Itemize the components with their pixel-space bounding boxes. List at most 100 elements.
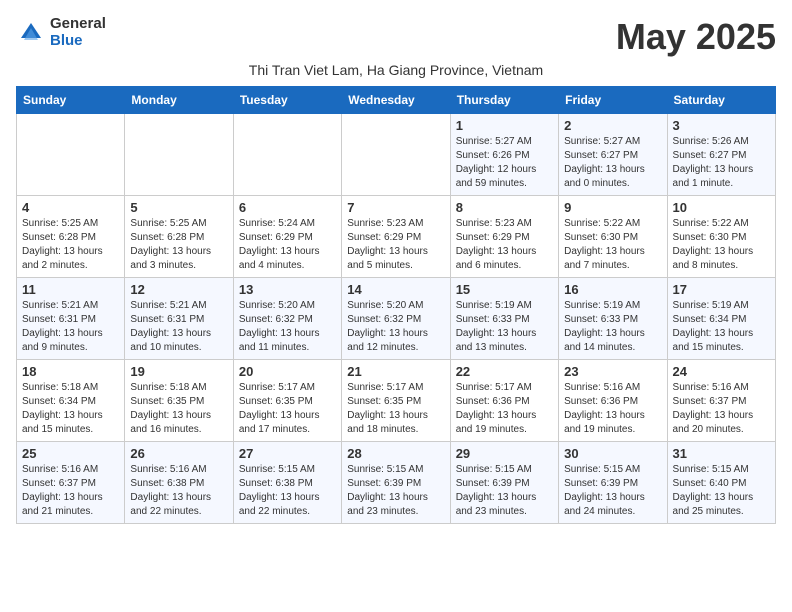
weekday-header-row: SundayMondayTuesdayWednesdayThursdayFrid… — [17, 87, 776, 114]
calendar-week-1: 1Sunrise: 5:27 AM Sunset: 6:26 PM Daylig… — [17, 114, 776, 196]
calendar-week-5: 25 Sunrise: 5:16 AM Sunset: 6:37 PM Dayli… — [17, 442, 776, 524]
day-number: 12 — [130, 282, 227, 297]
day-number: 20 — [239, 364, 336, 379]
day-number: 1 — [456, 118, 553, 133]
calendar-cell: 12Sunrise: 5:21 AM Sunset: 6:31 PM Dayli… — [125, 278, 233, 360]
day-number: 27 — [239, 446, 336, 461]
day-info: Sunrise: 5:23 AM Sunset: 6:29 PM Dayligh… — [347, 217, 444, 273]
calendar-week-3: 11 Sunrise: 5:21 AM Sunset: 6:31 PM Dayli… — [17, 278, 776, 360]
calendar-cell — [342, 114, 450, 196]
calendar-cell: 20Sunrise: 5:17 AM Sunset: 6:35 PM Dayli… — [233, 360, 341, 442]
day-number: 18 — [22, 364, 119, 379]
calendar-cell: 7 Sunrise: 5:23 AM Sunset: 6:29 PM Daylig… — [342, 196, 450, 278]
logo-general-label: General — [50, 16, 106, 33]
calendar-cell: 5Sunrise: 5:25 AM Sunset: 6:28 PM Daylig… — [125, 196, 233, 278]
weekday-header-tuesday: Tuesday — [233, 87, 341, 114]
calendar-cell: 27 Sunrise: 5:15 AM Sunset: 6:38 PM Dayli… — [233, 442, 341, 524]
day-number: 15 — [456, 282, 553, 297]
day-info: Sunrise: 5:22 AM Sunset: 6:30 PM Dayligh… — [564, 217, 661, 273]
calendar-cell: 29 Sunrise: 5:15 AM Sunset: 6:39 PM Dayli… — [450, 442, 558, 524]
month-title: May 2025 — [616, 16, 776, 58]
day-info: Sunrise: 5:24 AM Sunset: 6:29 PM Dayligh… — [239, 217, 336, 273]
day-number: 14 — [347, 282, 444, 297]
calendar-cell: 22Sunrise: 5:17 AM Sunset: 6:36 PM Dayli… — [450, 360, 558, 442]
day-info: Sunrise: 5:20 AM Sunset: 6:32 PM Dayligh… — [239, 299, 336, 355]
page-header: General Blue May 2025 — [16, 16, 776, 58]
calendar-cell: 11 Sunrise: 5:21 AM Sunset: 6:31 PM Dayli… — [17, 278, 125, 360]
day-number: 17 — [673, 282, 770, 297]
calendar-cell: 24 Sunrise: 5:16 AM Sunset: 6:37 PM Dayli… — [667, 360, 775, 442]
calendar-cell: 30 Sunrise: 5:15 AM Sunset: 6:39 PM Dayli… — [559, 442, 667, 524]
calendar-cell: 2 Sunrise: 5:27 AM Sunset: 6:27 PM Daylig… — [559, 114, 667, 196]
weekday-header-saturday: Saturday — [667, 87, 775, 114]
calendar-cell: 9Sunrise: 5:22 AM Sunset: 6:30 PM Daylig… — [559, 196, 667, 278]
day-info: Sunrise: 5:19 AM Sunset: 6:33 PM Dayligh… — [564, 299, 661, 355]
subtitle: Thi Tran Viet Lam, Ha Giang Province, Vi… — [16, 62, 776, 78]
day-number: 16 — [564, 282, 661, 297]
calendar-cell: 13 Sunrise: 5:20 AM Sunset: 6:32 PM Dayli… — [233, 278, 341, 360]
day-number: 6 — [239, 200, 336, 215]
day-number: 31 — [673, 446, 770, 461]
calendar-week-2: 4Sunrise: 5:25 AM Sunset: 6:28 PM Daylig… — [17, 196, 776, 278]
calendar-cell: 14 Sunrise: 5:20 AM Sunset: 6:32 PM Dayli… — [342, 278, 450, 360]
day-info: Sunrise: 5:17 AM Sunset: 6:35 PM Dayligh… — [347, 381, 444, 437]
calendar-cell: 21Sunrise: 5:17 AM Sunset: 6:35 PM Dayli… — [342, 360, 450, 442]
day-info: Sunrise: 5:18 AM Sunset: 6:34 PM Dayligh… — [22, 381, 119, 437]
day-info: Sunrise: 5:27 AM Sunset: 6:27 PM Dayligh… — [564, 135, 661, 191]
day-number: 24 — [673, 364, 770, 379]
logo-text: General Blue — [50, 16, 106, 49]
day-number: 23 — [564, 364, 661, 379]
day-number: 26 — [130, 446, 227, 461]
day-info: Sunrise: 5:16 AM Sunset: 6:37 PM Dayligh… — [673, 381, 770, 437]
day-info: Sunrise: 5:20 AM Sunset: 6:32 PM Dayligh… — [347, 299, 444, 355]
day-number: 13 — [239, 282, 336, 297]
day-info: Sunrise: 5:16 AM Sunset: 6:38 PM Dayligh… — [130, 463, 227, 519]
day-number: 4 — [22, 200, 119, 215]
calendar-cell: 18 Sunrise: 5:18 AM Sunset: 6:34 PM Dayli… — [17, 360, 125, 442]
calendar-table: SundayMondayTuesdayWednesdayThursdayFrid… — [16, 86, 776, 524]
calendar-cell: 23 Sunrise: 5:16 AM Sunset: 6:36 PM Dayli… — [559, 360, 667, 442]
day-number: 5 — [130, 200, 227, 215]
day-number: 29 — [456, 446, 553, 461]
calendar-cell: 16 Sunrise: 5:19 AM Sunset: 6:33 PM Dayli… — [559, 278, 667, 360]
weekday-header-thursday: Thursday — [450, 87, 558, 114]
day-info: Sunrise: 5:16 AM Sunset: 6:37 PM Dayligh… — [22, 463, 119, 519]
weekday-header-wednesday: Wednesday — [342, 87, 450, 114]
day-number: 11 — [22, 282, 119, 297]
calendar-cell: 10Sunrise: 5:22 AM Sunset: 6:30 PM Dayli… — [667, 196, 775, 278]
day-info: Sunrise: 5:15 AM Sunset: 6:39 PM Dayligh… — [564, 463, 661, 519]
day-info: Sunrise: 5:18 AM Sunset: 6:35 PM Dayligh… — [130, 381, 227, 437]
day-number: 30 — [564, 446, 661, 461]
logo-icon — [16, 18, 46, 48]
calendar-cell: 25 Sunrise: 5:16 AM Sunset: 6:37 PM Dayli… — [17, 442, 125, 524]
day-number: 19 — [130, 364, 227, 379]
day-number: 8 — [456, 200, 553, 215]
day-info: Sunrise: 5:15 AM Sunset: 6:40 PM Dayligh… — [673, 463, 770, 519]
logo: General Blue — [16, 16, 106, 49]
calendar-week-4: 18 Sunrise: 5:18 AM Sunset: 6:34 PM Dayli… — [17, 360, 776, 442]
day-number: 7 — [347, 200, 444, 215]
calendar-cell: 8Sunrise: 5:23 AM Sunset: 6:29 PM Daylig… — [450, 196, 558, 278]
weekday-header-monday: Monday — [125, 87, 233, 114]
day-info: Sunrise: 5:21 AM Sunset: 6:31 PM Dayligh… — [22, 299, 119, 355]
calendar-cell — [125, 114, 233, 196]
day-info: Sunrise: 5:15 AM Sunset: 6:39 PM Dayligh… — [456, 463, 553, 519]
day-number: 2 — [564, 118, 661, 133]
day-info: Sunrise: 5:16 AM Sunset: 6:36 PM Dayligh… — [564, 381, 661, 437]
weekday-header-friday: Friday — [559, 87, 667, 114]
day-info: Sunrise: 5:26 AM Sunset: 6:27 PM Dayligh… — [673, 135, 770, 191]
calendar-cell: 19 Sunrise: 5:18 AM Sunset: 6:35 PM Dayli… — [125, 360, 233, 442]
logo-blue-label: Blue — [50, 33, 106, 50]
calendar-cell: 1Sunrise: 5:27 AM Sunset: 6:26 PM Daylig… — [450, 114, 558, 196]
day-number: 10 — [673, 200, 770, 215]
calendar-cell: 4Sunrise: 5:25 AM Sunset: 6:28 PM Daylig… — [17, 196, 125, 278]
day-info: Sunrise: 5:19 AM Sunset: 6:33 PM Dayligh… — [456, 299, 553, 355]
calendar-cell: 15 Sunrise: 5:19 AM Sunset: 6:33 PM Dayli… — [450, 278, 558, 360]
calendar-cell — [17, 114, 125, 196]
day-number: 25 — [22, 446, 119, 461]
day-number: 28 — [347, 446, 444, 461]
calendar-cell: 17Sunrise: 5:19 AM Sunset: 6:34 PM Dayli… — [667, 278, 775, 360]
day-info: Sunrise: 5:15 AM Sunset: 6:39 PM Dayligh… — [347, 463, 444, 519]
calendar-cell: 6 Sunrise: 5:24 AM Sunset: 6:29 PM Daylig… — [233, 196, 341, 278]
day-info: Sunrise: 5:15 AM Sunset: 6:38 PM Dayligh… — [239, 463, 336, 519]
